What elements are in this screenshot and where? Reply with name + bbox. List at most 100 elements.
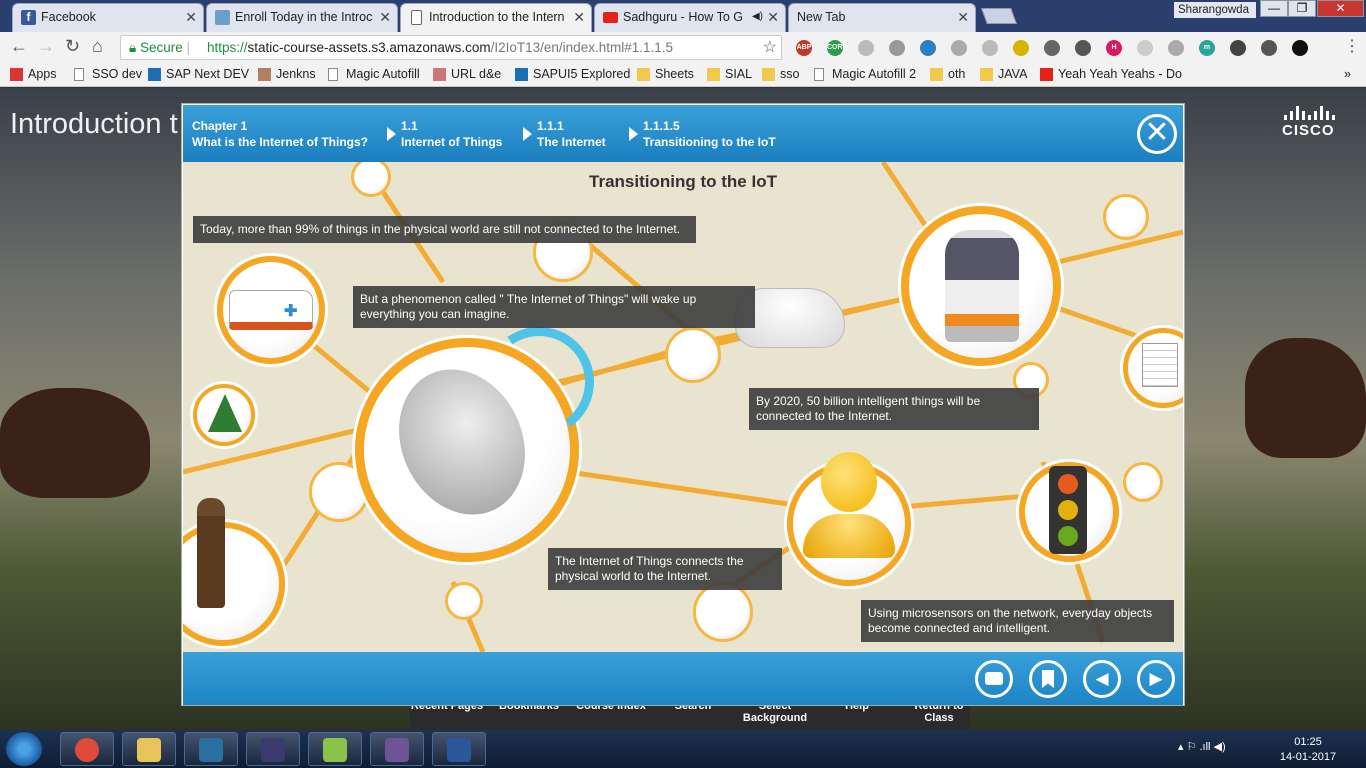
bookmark-item[interactable]: Apps	[10, 67, 57, 81]
extension-icon-12[interactable]	[1137, 40, 1153, 56]
window-close-button[interactable]: ✕	[1317, 0, 1364, 17]
bookmark-label: oth	[948, 67, 966, 81]
bookmark-item[interactable]: Magic Autofill 2	[814, 67, 916, 81]
bookmark-star-icon[interactable]: ☆	[763, 37, 777, 57]
extension-icon-3[interactable]	[858, 40, 874, 56]
home-icon[interactable]: ⌂	[92, 36, 103, 57]
bookmark-item[interactable]: Yeah Yeah Yeahs - Do	[1040, 67, 1182, 81]
extension-icon-11[interactable]: H	[1106, 40, 1122, 56]
extension-icon-9[interactable]	[1044, 40, 1060, 56]
tab-new-tab[interactable]: New Tab ✕	[788, 3, 976, 32]
bookmark-label: Magic Autofill 2	[832, 67, 917, 81]
bookmark-item[interactable]: URL d&e	[433, 67, 501, 81]
reload-icon[interactable]: ↻	[65, 36, 80, 57]
secure-indicator[interactable]: 🔒︎ Secure |	[129, 40, 190, 56]
sourcetree-taskbar-button[interactable]	[184, 732, 238, 766]
tab-sadhguru[interactable]: Sadhguru - How To G ◀) ✕	[594, 3, 786, 32]
forward-icon[interactable]: →	[37, 36, 55, 57]
breadcrumb-subsection[interactable]: 1.1.1 The Internet	[537, 118, 606, 150]
speech-bubble-icon	[985, 672, 1003, 685]
bookmark-label: SAP Next DEV	[166, 67, 250, 81]
url-text[interactable]: https://static-course-assets.s3.amazonaw…	[207, 40, 673, 55]
address-bar[interactable]: 🔒︎ Secure | https://static-course-assets…	[120, 35, 782, 60]
tree-node	[193, 384, 255, 446]
breadcrumb-section[interactable]: 1.1 Internet of Things	[401, 118, 502, 150]
cors-icon[interactable]: CORS	[827, 40, 847, 56]
tab-enroll[interactable]: Enroll Today in the Introc ✕	[206, 3, 398, 32]
page-icon	[74, 68, 84, 81]
eye-icon[interactable]	[1292, 40, 1308, 56]
bookmarks-overflow-button[interactable]: »	[1326, 67, 1351, 81]
close-tab-icon[interactable]: ✕	[957, 4, 969, 30]
extension-icon-10[interactable]	[1075, 40, 1091, 56]
sap-icon	[148, 68, 161, 81]
bookmark-item[interactable]: Sheets	[637, 67, 694, 81]
tab-label: Facebook	[41, 10, 96, 24]
system-tray[interactable]: ▴ ⚐ .ıll ◀)	[1178, 740, 1226, 753]
start-button[interactable]	[6, 732, 42, 766]
bookmark-item[interactable]: sso	[762, 67, 799, 81]
eclipse-taskbar-button[interactable]	[246, 732, 300, 766]
notepadpp-taskbar-button[interactable]	[308, 732, 362, 766]
close-tab-icon[interactable]: ✕	[767, 4, 779, 30]
bookmark-button[interactable]	[1029, 660, 1067, 698]
maximize-button[interactable]: ❐	[1288, 0, 1316, 17]
tree-icon	[208, 394, 242, 432]
extension-icon-16[interactable]	[1261, 40, 1277, 56]
breadcrumb-number: Chapter 1	[192, 119, 248, 133]
bookmark-item[interactable]: SIAL	[707, 67, 752, 81]
minimize-button[interactable]: —	[1260, 0, 1288, 17]
cisco-icon	[215, 10, 230, 25]
bookmark-item[interactable]: JAVA	[980, 67, 1027, 81]
apps-grid-icon	[10, 68, 23, 81]
previous-button[interactable]: ◀	[1083, 660, 1121, 698]
breadcrumb-number: 1.1	[401, 119, 418, 133]
pocket-icon[interactable]	[1230, 40, 1246, 56]
extension-icon-5[interactable]	[920, 40, 936, 56]
bookmark-label: Jenkns	[276, 67, 316, 81]
extension-icon-13[interactable]	[1168, 40, 1184, 56]
folder-icon	[980, 68, 993, 81]
back-icon[interactable]: ←	[10, 36, 28, 57]
extension-icon-7[interactable]	[982, 40, 998, 56]
bookmark-item[interactable]: SSO dev	[74, 67, 142, 81]
bookmark-item[interactable]: SAPUI5 Explored	[515, 67, 630, 81]
comment-button[interactable]	[975, 660, 1013, 698]
file-explorer-taskbar-button[interactable]	[122, 732, 176, 766]
folder-icon	[762, 68, 775, 81]
profile-name[interactable]: Sharangowda	[1174, 2, 1256, 18]
chrome-taskbar-button[interactable]	[60, 732, 114, 766]
extension-icon-4[interactable]	[889, 40, 905, 56]
tab-facebook[interactable]: f Facebook ✕	[12, 3, 204, 32]
caption-4: The Internet of Things connects the phys…	[548, 548, 782, 590]
close-tab-icon[interactable]: ✕	[379, 4, 391, 30]
close-tab-icon[interactable]: ✕	[185, 4, 197, 30]
caption-3: By 2020, 50 billion intelligent things w…	[749, 388, 1039, 430]
eclipse-taskbar-icon	[261, 738, 285, 762]
chrome-menu-icon[interactable]: ⋮	[1344, 36, 1360, 56]
word-taskbar-button[interactable]	[432, 732, 486, 766]
breadcrumb-chapter[interactable]: Chapter 1 What is the Internet of Things?	[192, 118, 368, 150]
new-tab-button[interactable]	[981, 8, 1017, 24]
audio-playing-icon[interactable]: ◀)	[752, 4, 763, 30]
extension-icon-8[interactable]	[1013, 40, 1029, 56]
breadcrumb-arrow-icon	[629, 127, 638, 141]
bookmark-item[interactable]: Jenkns	[258, 67, 316, 81]
breadcrumb-title: What is the Internet of Things?	[192, 135, 368, 149]
bookmark-item[interactable]: Magic Autofill	[328, 67, 420, 81]
close-modal-button[interactable]: ✕	[1137, 114, 1177, 154]
cow-left-image	[0, 388, 150, 498]
tab-introduction[interactable]: Introduction to the Intern ✕	[400, 3, 592, 32]
clock[interactable]: 01:25 14-01-2017	[1276, 735, 1340, 765]
bookmark-item[interactable]: SAP Next DEV	[148, 67, 249, 81]
breadcrumb-topic[interactable]: 1.1.1.5 Transitioning to the IoT	[643, 118, 776, 150]
adblock-plus-icon[interactable]: ABP	[796, 40, 812, 56]
bookmark-item[interactable]: oth	[930, 67, 965, 81]
close-tab-icon[interactable]: ✕	[573, 4, 585, 30]
extension-icon-14[interactable]: m	[1199, 40, 1215, 56]
url-scheme: https://	[207, 40, 248, 55]
github-taskbar-button[interactable]	[370, 732, 424, 766]
next-button[interactable]: ▶	[1137, 660, 1175, 698]
traffic-light-node	[1019, 462, 1119, 562]
extension-icon-6[interactable]	[951, 40, 967, 56]
